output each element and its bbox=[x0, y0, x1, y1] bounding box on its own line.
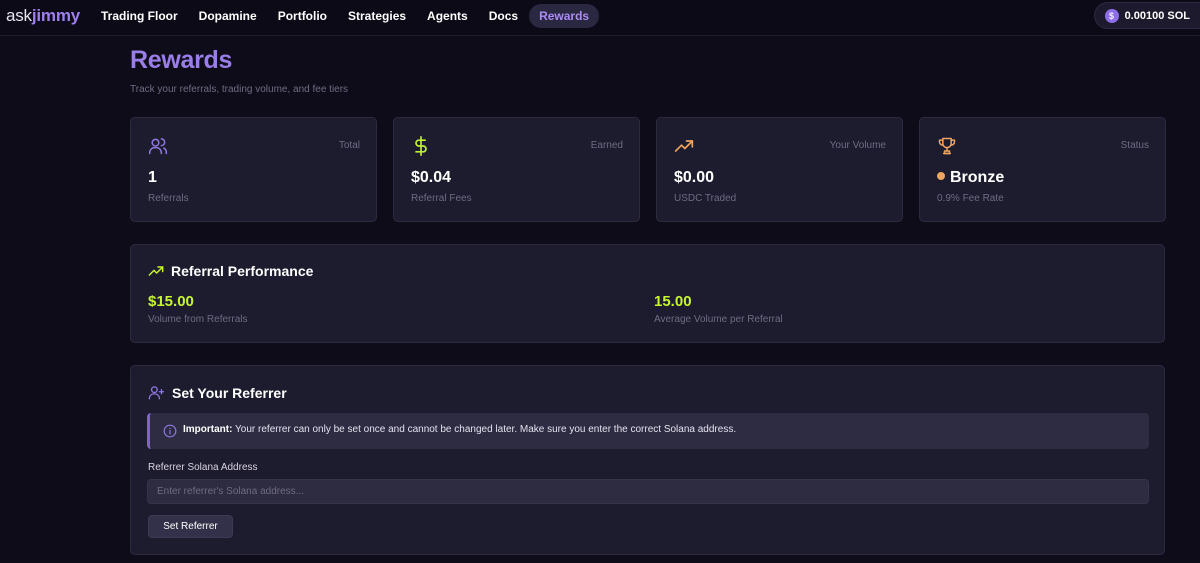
set-referrer-button[interactable]: Set Referrer bbox=[148, 515, 233, 538]
nav-item-agents[interactable]: Agents bbox=[417, 4, 478, 28]
wallet-balance: 0.00100 SOL bbox=[1124, 9, 1190, 22]
nav-item-portfolio[interactable]: Portfolio bbox=[268, 4, 337, 28]
tier-label: Bronze bbox=[950, 169, 1005, 186]
stat-caption: Referral Fees bbox=[411, 193, 472, 204]
logo-text-jimmy: jimmy bbox=[31, 6, 80, 25]
referral-performance-card: Referral Performance $15.00 Volume from … bbox=[130, 244, 1165, 343]
logo-text-ask: ask bbox=[6, 6, 32, 25]
stat-value-tier: Bronze bbox=[937, 169, 1004, 187]
set-referrer-card: Set Your Referrer Important: Your referr… bbox=[130, 365, 1165, 555]
app-logo[interactable]: askjimmy bbox=[6, 6, 80, 26]
notice-body: Your referrer can only be set once and c… bbox=[232, 424, 737, 435]
sol-coin-icon: $ bbox=[1104, 8, 1119, 23]
nav-item-dopamine[interactable]: Dopamine bbox=[189, 4, 267, 28]
page-title: Rewards bbox=[130, 46, 233, 74]
section-title: Set Your Referrer bbox=[172, 384, 287, 401]
tier-dot-icon bbox=[937, 172, 945, 180]
section-header: Referral Performance bbox=[148, 263, 313, 279]
stat-value: $0.00 bbox=[674, 169, 715, 186]
top-nav-bar: askjimmy Trading Floor Dopamine Portfoli… bbox=[0, 0, 1200, 36]
referral-volume-value: $15.00 bbox=[148, 293, 194, 310]
stat-caption: Referrals bbox=[148, 193, 189, 204]
section-header: Set Your Referrer bbox=[148, 384, 287, 401]
notice-text: Important: Your referrer can only be set… bbox=[183, 424, 736, 435]
section-title: Referral Performance bbox=[171, 263, 314, 279]
referrer-address-label: Referrer Solana Address bbox=[148, 462, 258, 473]
trending-up-icon bbox=[674, 140, 694, 152]
dollar-icon bbox=[415, 136, 427, 156]
referral-volume-caption: Volume from Referrals bbox=[148, 314, 248, 325]
stat-card-status: Status Bronze 0.9% Fee Rate bbox=[919, 117, 1166, 222]
stat-caption: USDC Traded bbox=[674, 193, 737, 204]
trending-up-icon bbox=[148, 266, 164, 276]
avg-volume-caption: Average Volume per Referral bbox=[654, 314, 783, 325]
nav-item-docs[interactable]: Docs bbox=[479, 4, 528, 28]
user-plus-icon bbox=[148, 386, 165, 400]
users-icon bbox=[148, 138, 168, 155]
stat-card-volume: Your Volume $0.00 USDC Traded bbox=[656, 117, 903, 222]
nav-item-trading-floor[interactable]: Trading Floor bbox=[91, 4, 188, 28]
stat-tag: Your Volume bbox=[829, 140, 886, 151]
wallet-balance-button[interactable]: $ 0.00100 SOL bbox=[1093, 2, 1200, 29]
page-subtitle: Track your referrals, trading volume, an… bbox=[130, 84, 349, 95]
stat-tag: Status bbox=[1120, 140, 1149, 151]
trophy-icon bbox=[938, 137, 956, 155]
nav-item-rewards[interactable]: Rewards bbox=[529, 4, 600, 28]
stat-tag: Total bbox=[338, 140, 360, 151]
important-notice: Important: Your referrer can only be set… bbox=[147, 413, 1149, 449]
stat-caption: 0.9% Fee Rate bbox=[937, 193, 1004, 204]
stat-card-earned: Earned $0.04 Referral Fees bbox=[393, 117, 640, 222]
referrer-address-input[interactable] bbox=[147, 479, 1149, 504]
stat-tag: Earned bbox=[590, 140, 623, 151]
notice-bold: Important: bbox=[183, 424, 233, 435]
main-nav: Trading Floor Dopamine Portfolio Strateg… bbox=[91, 4, 600, 28]
stat-value: $0.04 bbox=[411, 169, 452, 186]
avg-volume-value: 15.00 bbox=[654, 293, 692, 310]
info-icon bbox=[163, 424, 177, 438]
stat-value: 1 bbox=[148, 169, 157, 186]
nav-item-strategies[interactable]: Strategies bbox=[338, 4, 416, 28]
stat-card-referrals: Total 1 Referrals bbox=[130, 117, 377, 222]
